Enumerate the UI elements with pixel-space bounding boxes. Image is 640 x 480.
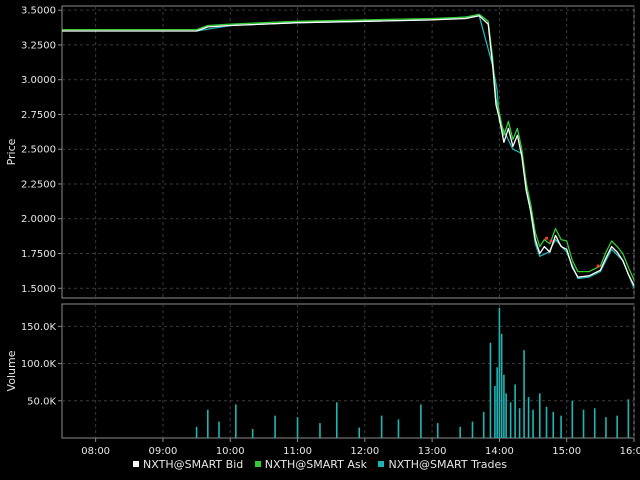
price-y-tick-label: 1.5000	[21, 284, 56, 295]
price-y-tick-label: 3.5000	[21, 6, 56, 17]
volume-bar	[538, 393, 541, 438]
price-y-tick-label: 3.0000	[21, 75, 56, 86]
price-panel-frame	[61, 5, 635, 299]
legend-label-ask: NXTH@SMART Ask	[264, 458, 367, 471]
trade-marker	[596, 264, 600, 268]
volume-bar	[509, 402, 512, 438]
volume-bar	[335, 402, 338, 438]
volume-bar	[195, 426, 198, 438]
legend-item-bid: NXTH@SMART Bid	[133, 458, 243, 471]
volume-panel-frame	[61, 303, 635, 439]
trade-marker	[549, 239, 553, 243]
volume-bar	[500, 333, 503, 438]
legend: NXTH@SMART Bid NXTH@SMART Ask NXTH@SMART…	[0, 458, 640, 471]
volume-bar	[274, 415, 276, 438]
volume-bar	[471, 421, 474, 438]
legend-item-ask: NXTH@SMART Ask	[254, 458, 367, 471]
volume-bar	[207, 409, 209, 438]
volume-bar	[251, 429, 254, 438]
volume-panel: 08:00 09:00 10:00 11:00 12:00 13:00 14:00 15:00…	[5, 303, 640, 457]
volume-bar	[380, 415, 383, 438]
volume-bar	[358, 427, 361, 438]
volume-bar	[489, 342, 492, 438]
price-y-tick-label: 1.7500	[21, 249, 56, 260]
trade-marker	[544, 236, 549, 240]
volume-bar	[494, 385, 496, 438]
volume-bar	[459, 426, 461, 438]
volume-bar	[593, 408, 596, 438]
volume-bar	[605, 417, 607, 438]
price-y-tick-label: 2.7500	[21, 110, 56, 121]
volume-y-tick-label: 100.0K	[21, 359, 57, 370]
volume-bar	[296, 417, 299, 438]
volume-bar	[545, 406, 548, 438]
volume-bar	[523, 350, 525, 438]
legend-swatch-trades	[378, 461, 385, 467]
volume-bar	[218, 421, 220, 438]
price-y-tick-label: 3.2500	[21, 40, 56, 51]
x-tick-label: 13:00	[418, 446, 447, 457]
x-tick-label: 14:00	[485, 446, 514, 457]
volume-bar	[582, 409, 585, 438]
volume-bar	[527, 397, 530, 438]
x-tick-label: 09:00	[149, 446, 178, 457]
legend-item-trades: NXTH@SMART Trades	[378, 458, 507, 471]
volume-bar	[560, 415, 562, 438]
x-tick-label: 11:00	[283, 446, 312, 457]
price-y-tick-label: 2.2500	[21, 179, 56, 190]
volume-bar	[496, 367, 498, 438]
volume-bar	[482, 411, 485, 438]
price-axis-label: Price	[5, 138, 18, 165]
price-y-tick-label: 2.0000	[21, 214, 56, 225]
x-tick-label: 16:00	[620, 446, 640, 457]
legend-swatch-bid	[133, 461, 140, 467]
volume-bar	[397, 419, 400, 438]
volume-axis-label: Volume	[5, 350, 18, 391]
volume-bar	[319, 423, 321, 438]
x-tick-label: 10:00	[216, 446, 245, 457]
price-y-tick-label: 2.5000	[21, 145, 56, 156]
volume-bar	[616, 415, 618, 438]
legend-swatch-ask	[254, 461, 261, 467]
volume-bar	[518, 408, 521, 438]
x-tick-label: 15:00	[552, 446, 581, 457]
volume-y-tick-label: 150.0K	[21, 322, 57, 333]
volume-bar	[235, 404, 237, 438]
volume-bar	[420, 404, 422, 438]
volume-bar	[571, 400, 574, 438]
price-panel: 1.5000 1.7500 2.0000 2.2500 2.5000 2.7500 3.00…	[5, 5, 635, 299]
x-tick-label: 08:00	[81, 446, 110, 457]
legend-label-bid: NXTH@SMART Bid	[143, 458, 244, 471]
volume-bar	[552, 411, 555, 438]
volume-bar	[505, 393, 507, 438]
volume-bar	[498, 307, 501, 438]
legend-label-trades: NXTH@SMART Trades	[388, 458, 507, 471]
volume-y-tick-label: 50.0K	[27, 396, 56, 407]
chart-canvas: 1.5000 1.7500 2.0000 2.2500 2.5000 2.7500 3.00…	[5, 5, 640, 457]
volume-bar	[436, 423, 439, 438]
volume-bar	[503, 374, 505, 438]
volume-bar	[627, 399, 630, 438]
volume-bar	[532, 409, 534, 438]
volume-bar	[514, 384, 516, 438]
x-tick-label: 12:00	[350, 446, 379, 457]
